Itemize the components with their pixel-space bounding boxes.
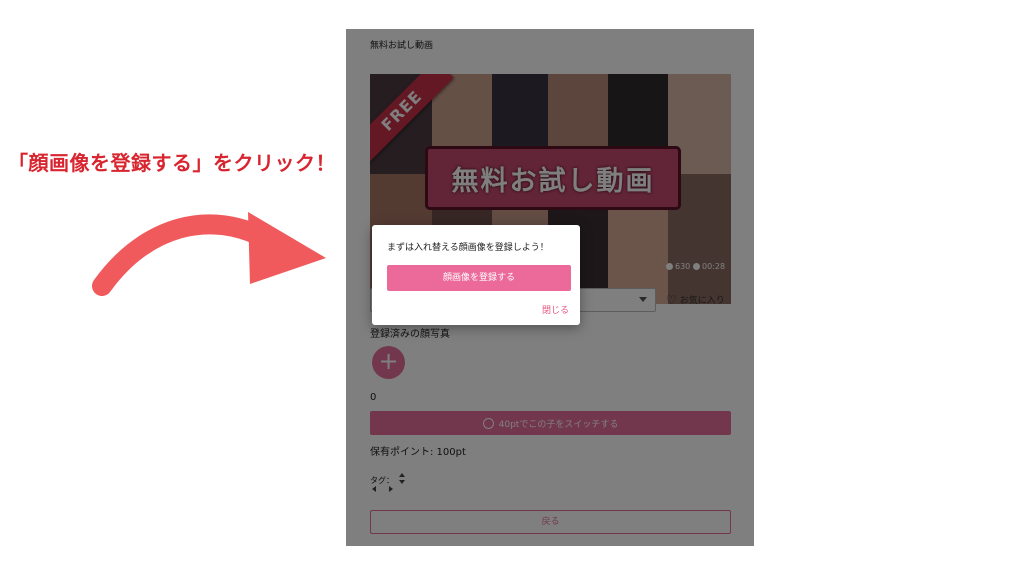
register-face-button[interactable]: 顔画像を登録する	[387, 265, 571, 291]
modal-message: まずは入れ替える顔画像を登録しよう！	[387, 243, 549, 253]
close-button[interactable]: 閉じる	[542, 303, 569, 316]
face-register-modal: まずは入れ替える顔画像を登録しよう！ 顔画像を登録する 閉じる	[372, 225, 580, 325]
phone-screen: 無料お試し動画 FREE 無料お試し動画 630 00:28 ♡ お気に入り 登…	[346, 29, 754, 546]
instruction-text: 「顔画像を登録する」をクリック！	[8, 151, 336, 175]
pointer-arrow-icon	[92, 212, 326, 296]
